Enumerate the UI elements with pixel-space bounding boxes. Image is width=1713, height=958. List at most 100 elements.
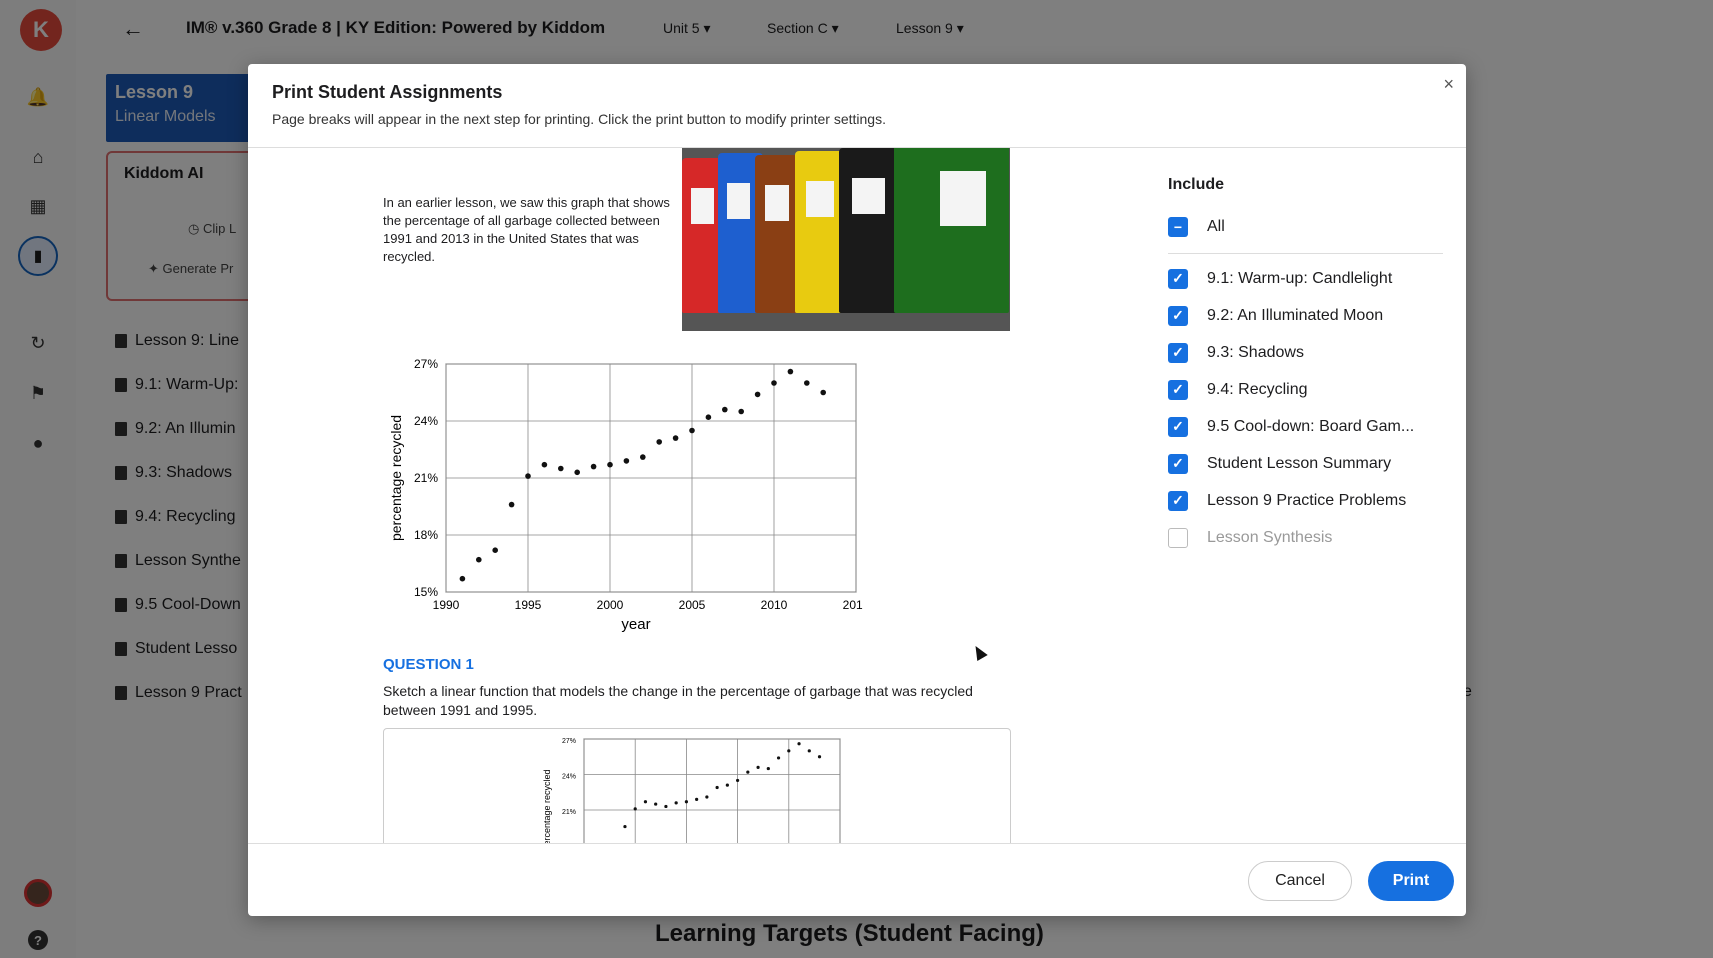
include-item-row[interactable]: ✓ 9.3: Shadows — [1168, 334, 1443, 371]
include-panel: Include − All ✓ 9.1: Warm-up: Candlelight… — [1168, 176, 1443, 556]
data-point — [817, 755, 822, 759]
x-axis-label: year — [621, 616, 650, 633]
checked-checkbox-icon[interactable]: ✓ — [1168, 379, 1188, 400]
data-point — [725, 783, 729, 787]
data-point — [541, 461, 548, 468]
data-point — [623, 458, 630, 464]
close-icon[interactable]: × — [1443, 74, 1454, 95]
data-point — [508, 501, 515, 508]
data-point — [684, 800, 688, 804]
print-button[interactable]: Print — [1368, 861, 1454, 901]
include-item-row[interactable]: ✓ Student Lesson Summary — [1168, 445, 1443, 482]
include-item-label: 9.5 Cool-down: Board Gam... — [1207, 417, 1415, 435]
data-point — [736, 778, 740, 783]
y-axis-label: percentage recycled — [388, 415, 404, 541]
x-tick-label: 1995 — [515, 598, 542, 612]
include-all-row[interactable]: − All — [1168, 208, 1443, 245]
data-point — [705, 795, 709, 799]
data-point — [776, 756, 781, 760]
data-point — [574, 469, 580, 476]
data-point — [807, 749, 811, 753]
data-point — [787, 368, 794, 375]
data-point — [756, 765, 760, 769]
data-point — [607, 461, 613, 468]
include-item-row[interactable]: Lesson Synthesis — [1168, 519, 1443, 556]
data-point — [672, 435, 679, 441]
include-item-row[interactable]: ✓ 9.5 Cool-down: Board Gam... — [1168, 408, 1443, 445]
include-item-row[interactable]: ✓ 9.2: An Illuminated Moon — [1168, 297, 1443, 334]
question-label: QUESTION 1 — [383, 656, 474, 673]
answer-box: 15%18%21%24%27%percentage recycled — [383, 728, 1011, 843]
data-point — [558, 465, 564, 472]
modal-subtitle: Page breaks will appear in the next step… — [272, 111, 886, 127]
data-point — [492, 547, 498, 553]
y-axis-label: percentage recycled — [542, 769, 552, 843]
data-point — [640, 454, 646, 460]
data-point — [476, 556, 482, 563]
include-all-label: All — [1207, 217, 1225, 235]
x-tick-label: 2010 — [761, 598, 788, 612]
mini-scatter-chart: 15%18%21%24%27%percentage recycled — [542, 738, 841, 843]
data-point — [643, 800, 648, 804]
data-point — [689, 427, 695, 434]
checked-checkbox-icon[interactable]: ✓ — [1168, 342, 1188, 363]
data-point — [804, 380, 810, 386]
include-item-label: 9.3: Shadows — [1207, 343, 1304, 361]
include-item-label: 9.4: Recycling — [1207, 380, 1308, 398]
include-heading: Include — [1168, 176, 1225, 193]
checked-checkbox-icon[interactable]: ✓ — [1168, 305, 1188, 326]
unchecked-checkbox-icon[interactable] — [1168, 527, 1188, 548]
y-tick-label: 15% — [414, 585, 438, 599]
recycling-scatter-chart: 1990 1995 2000 2005 2010 2015 15% 18% 21% 24% 27% p… — [388, 357, 863, 633]
include-item-label: 9.2: An Illuminated Moon — [1207, 306, 1384, 324]
y-tick-label: 21% — [562, 809, 576, 816]
include-item-row[interactable]: ✓ 9.4: Recycling — [1168, 371, 1443, 408]
y-tick-label: 24% — [562, 774, 576, 781]
y-tick-label: 21% — [414, 471, 438, 485]
data-point — [459, 575, 466, 582]
data-point — [746, 770, 750, 774]
data-point — [623, 824, 627, 829]
plot-area — [583, 738, 841, 843]
data-point — [590, 463, 597, 470]
y-tick-label: 27% — [414, 357, 438, 371]
checked-checkbox-icon[interactable]: ✓ — [1168, 416, 1188, 437]
x-tick-label: 2005 — [679, 598, 706, 612]
data-point — [695, 797, 699, 801]
include-item-label: Student Lesson Summary — [1207, 454, 1392, 472]
data-point — [715, 785, 719, 790]
modal-footer: Cancel Print — [248, 843, 1466, 916]
include-item-row[interactable]: ✓ 9.1: Warm-up: Candlelight — [1168, 260, 1443, 297]
x-tick-label: 1990 — [433, 598, 460, 612]
data-point — [633, 807, 637, 811]
modal-body: In an earlier lesson, we saw this graph … — [248, 148, 1466, 843]
y-tick-label: 18% — [414, 528, 438, 542]
cancel-button[interactable]: Cancel — [1248, 861, 1352, 901]
data-point — [787, 749, 791, 753]
y-tick-label: 27% — [562, 738, 576, 745]
checked-checkbox-icon[interactable]: ✓ — [1168, 490, 1188, 511]
include-items: ✓ 9.1: Warm-up: Candlelight ✓ 9.2: An Illum… — [1168, 260, 1443, 556]
data-point — [674, 801, 678, 805]
data-point — [820, 389, 826, 396]
include-item-row[interactable]: ✓ Lesson 9 Practice Problems — [1168, 482, 1443, 519]
include-item-label: Lesson 9 Practice Problems — [1207, 491, 1407, 509]
y-tick-label: 24% — [414, 414, 438, 428]
data-point — [754, 391, 761, 398]
intro-text: In an earlier lesson, we saw this graph … — [383, 195, 670, 264]
indeterminate-checkbox-icon[interactable]: − — [1168, 216, 1188, 237]
modal-header: Print Student Assignments Page breaks wi… — [248, 64, 1466, 148]
data-point — [654, 802, 658, 806]
print-modal: Print Student Assignments Page breaks wi… — [248, 64, 1466, 916]
divider — [1168, 253, 1443, 254]
x-tick-label: 2015 — [843, 598, 863, 612]
include-item-label: Lesson Synthesis — [1207, 528, 1333, 546]
question-text: Sketch a linear function that models the… — [383, 683, 973, 718]
data-point — [525, 473, 531, 479]
data-point — [705, 414, 712, 420]
checked-checkbox-icon[interactable]: ✓ — [1168, 268, 1188, 289]
include-item-label: 9.1: Warm-up: Candlelight — [1207, 269, 1393, 287]
checked-checkbox-icon[interactable]: ✓ — [1168, 453, 1188, 474]
data-point — [722, 406, 728, 413]
recycling-bins-image — [682, 148, 1010, 331]
